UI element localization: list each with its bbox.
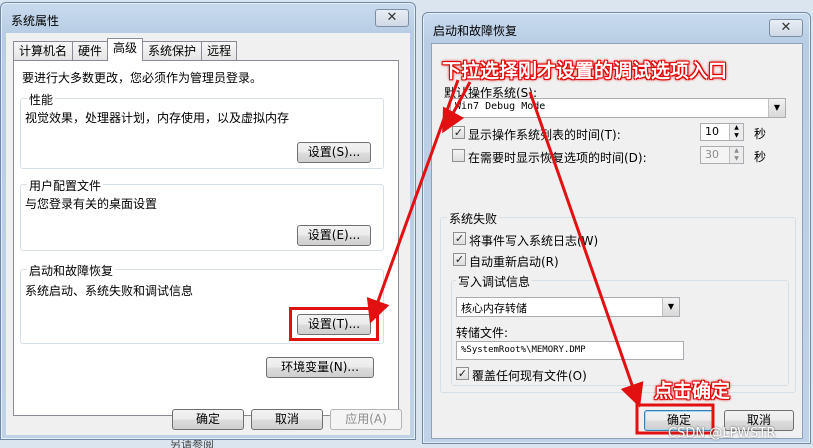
startup-dialog-client: 默认操作系统(S): Win7 Debug Mode ▼ ✓ 显示操作系统列表的…: [431, 43, 803, 439]
user-profiles-settings-button[interactable]: 设置(E)...: [297, 225, 371, 246]
chevron-down-icon[interactable]: ▼: [768, 99, 785, 117]
dialog-title: 启动和故障恢复: [433, 24, 518, 38]
dropdown-hint-annotation: 下拉选择刚才设置的调试选项入口: [442, 60, 728, 82]
tab-hardware[interactable]: 硬件: [72, 41, 109, 61]
spin-down-icon[interactable]: ▼: [730, 132, 743, 140]
dump-file-input[interactable]: %SystemRoot%\MEMORY.DMP: [456, 341, 684, 360]
show-recovery-label: 在需要时显示恢复选项的时间(D):: [468, 151, 647, 165]
debug-info-title: 写入调试信息: [456, 273, 533, 290]
spin-buttons: ▲ ▼: [729, 124, 743, 140]
show-os-list-time-value: 10: [705, 125, 719, 138]
startup-recovery-group: 启动和故障恢复 系统启动、系统失败和调试信息 设置(T)...: [20, 262, 384, 344]
overwrite-label: 覆盖任何现有文件(O): [472, 369, 587, 383]
watermark: CSDN @LPWSTR: [668, 426, 776, 441]
system-properties-titlebar[interactable]: 系统属性 ✕: [1, 3, 415, 33]
advanced-tab-panel: 要进行大多数更改，您必须作为管理员登录。 性能 视觉效果，处理器计划，内存使用，…: [13, 60, 399, 416]
performance-settings-button[interactable]: 设置(S)...: [297, 142, 371, 163]
performance-desc: 视觉效果，处理器计划，内存使用，以及虚拟内存: [25, 111, 290, 125]
debug-info-group: 写入调试信息 核心内存转储 ▼ 转储文件: %SystemRoot%\MEMOR…: [451, 273, 789, 386]
click-ok-annotation: 点击确定: [654, 380, 731, 402]
dump-file-label: 转储文件:: [456, 326, 509, 340]
system-failure-group: 系统失败 ✓ 将事件写入系统日志(W) ✓ 自动重新启动(R) 写入调试信息 核…: [440, 210, 796, 393]
admin-note: 要进行大多数更改，您必须作为管理员登录。: [22, 71, 263, 85]
system-properties-window: 系统属性 ✕ 计算机名 硬件 高级 系统保护 远程 要进行大多数更改，您必须作为…: [0, 2, 416, 440]
window-title: 系统属性: [11, 14, 60, 28]
spin-down-icon[interactable]: ▼: [730, 155, 743, 163]
user-profiles-group: 用户配置文件 与您登录有关的桌面设置 设置(E)...: [20, 177, 384, 251]
spin-up-icon[interactable]: ▲: [730, 124, 743, 132]
debug-info-dropdown[interactable]: 核心内存转储 ▼: [456, 297, 680, 317]
debug-info-value: 核心内存转储: [461, 302, 527, 315]
dump-file-value: %SystemRoot%\MEMORY.DMP: [461, 345, 586, 355]
write-event-checkbox[interactable]: ✓: [453, 232, 466, 245]
settings-highlight-box: [289, 307, 379, 341]
performance-group: 性能 视觉效果，处理器计划，内存使用，以及虚拟内存 设置(S)...: [20, 91, 384, 169]
apply-button[interactable]: 应用(A): [330, 409, 402, 430]
performance-title: 性能: [27, 91, 56, 108]
show-os-list-unit: 秒: [754, 127, 767, 141]
overwrite-checkbox[interactable]: ✓: [456, 367, 469, 380]
user-profiles-desc: 与您登录有关的桌面设置: [25, 197, 158, 211]
startup-dialog-titlebar[interactable]: 启动和故障恢复 ✕: [423, 13, 810, 43]
spin-up-icon[interactable]: ▲: [730, 147, 743, 155]
user-profiles-title: 用户配置文件: [27, 177, 104, 194]
show-os-list-time-input[interactable]: 10 ▲ ▼: [700, 123, 744, 141]
default-os-value: Win7 Debug Mode: [455, 101, 546, 112]
auto-restart-label: 自动重新启动(R): [469, 255, 559, 269]
show-recovery-time-input[interactable]: 30 ▲ ▼: [700, 146, 744, 164]
environment-variables-button[interactable]: 环境变量(N)...: [266, 357, 374, 378]
auto-restart-checkbox[interactable]: ✓: [453, 253, 466, 266]
show-recovery-checkbox[interactable]: [452, 149, 465, 162]
system-properties-client: 计算机名 硬件 高级 系统保护 远程 要进行大多数更改，您必须作为管理员登录。 …: [6, 33, 410, 435]
tab-system-protection[interactable]: 系统保护: [142, 41, 203, 61]
chevron-down-icon[interactable]: ▼: [662, 298, 679, 316]
default-os-dropdown[interactable]: Win7 Debug Mode ▼: [450, 98, 786, 118]
dialog-close-button[interactable]: ✕: [769, 19, 803, 37]
show-os-list-label: 显示操作系统列表的时间(T):: [468, 128, 621, 142]
system-failure-title: 系统失败: [447, 210, 500, 227]
tab-remote[interactable]: 远程: [201, 41, 238, 61]
ok-button[interactable]: 确定: [172, 409, 244, 430]
tab-computer-name[interactable]: 计算机名: [13, 41, 74, 61]
show-recovery-unit: 秒: [754, 150, 767, 164]
show-recovery-time-value: 30: [705, 148, 719, 161]
startup-recovery-title: 启动和故障恢复: [27, 262, 116, 279]
show-os-list-checkbox[interactable]: ✓: [452, 126, 465, 139]
close-button[interactable]: ✕: [375, 9, 409, 27]
cancel-button[interactable]: 取消: [251, 409, 323, 430]
tab-strip: 计算机名 硬件 高级 系统保护 远程: [13, 38, 238, 61]
spin-buttons: ▲ ▼: [729, 147, 743, 163]
write-event-label: 将事件写入系统日志(W): [469, 234, 599, 248]
tab-advanced[interactable]: 高级: [107, 38, 144, 61]
startup-recovery-desc: 系统启动、系统失败和调试信息: [25, 284, 194, 298]
